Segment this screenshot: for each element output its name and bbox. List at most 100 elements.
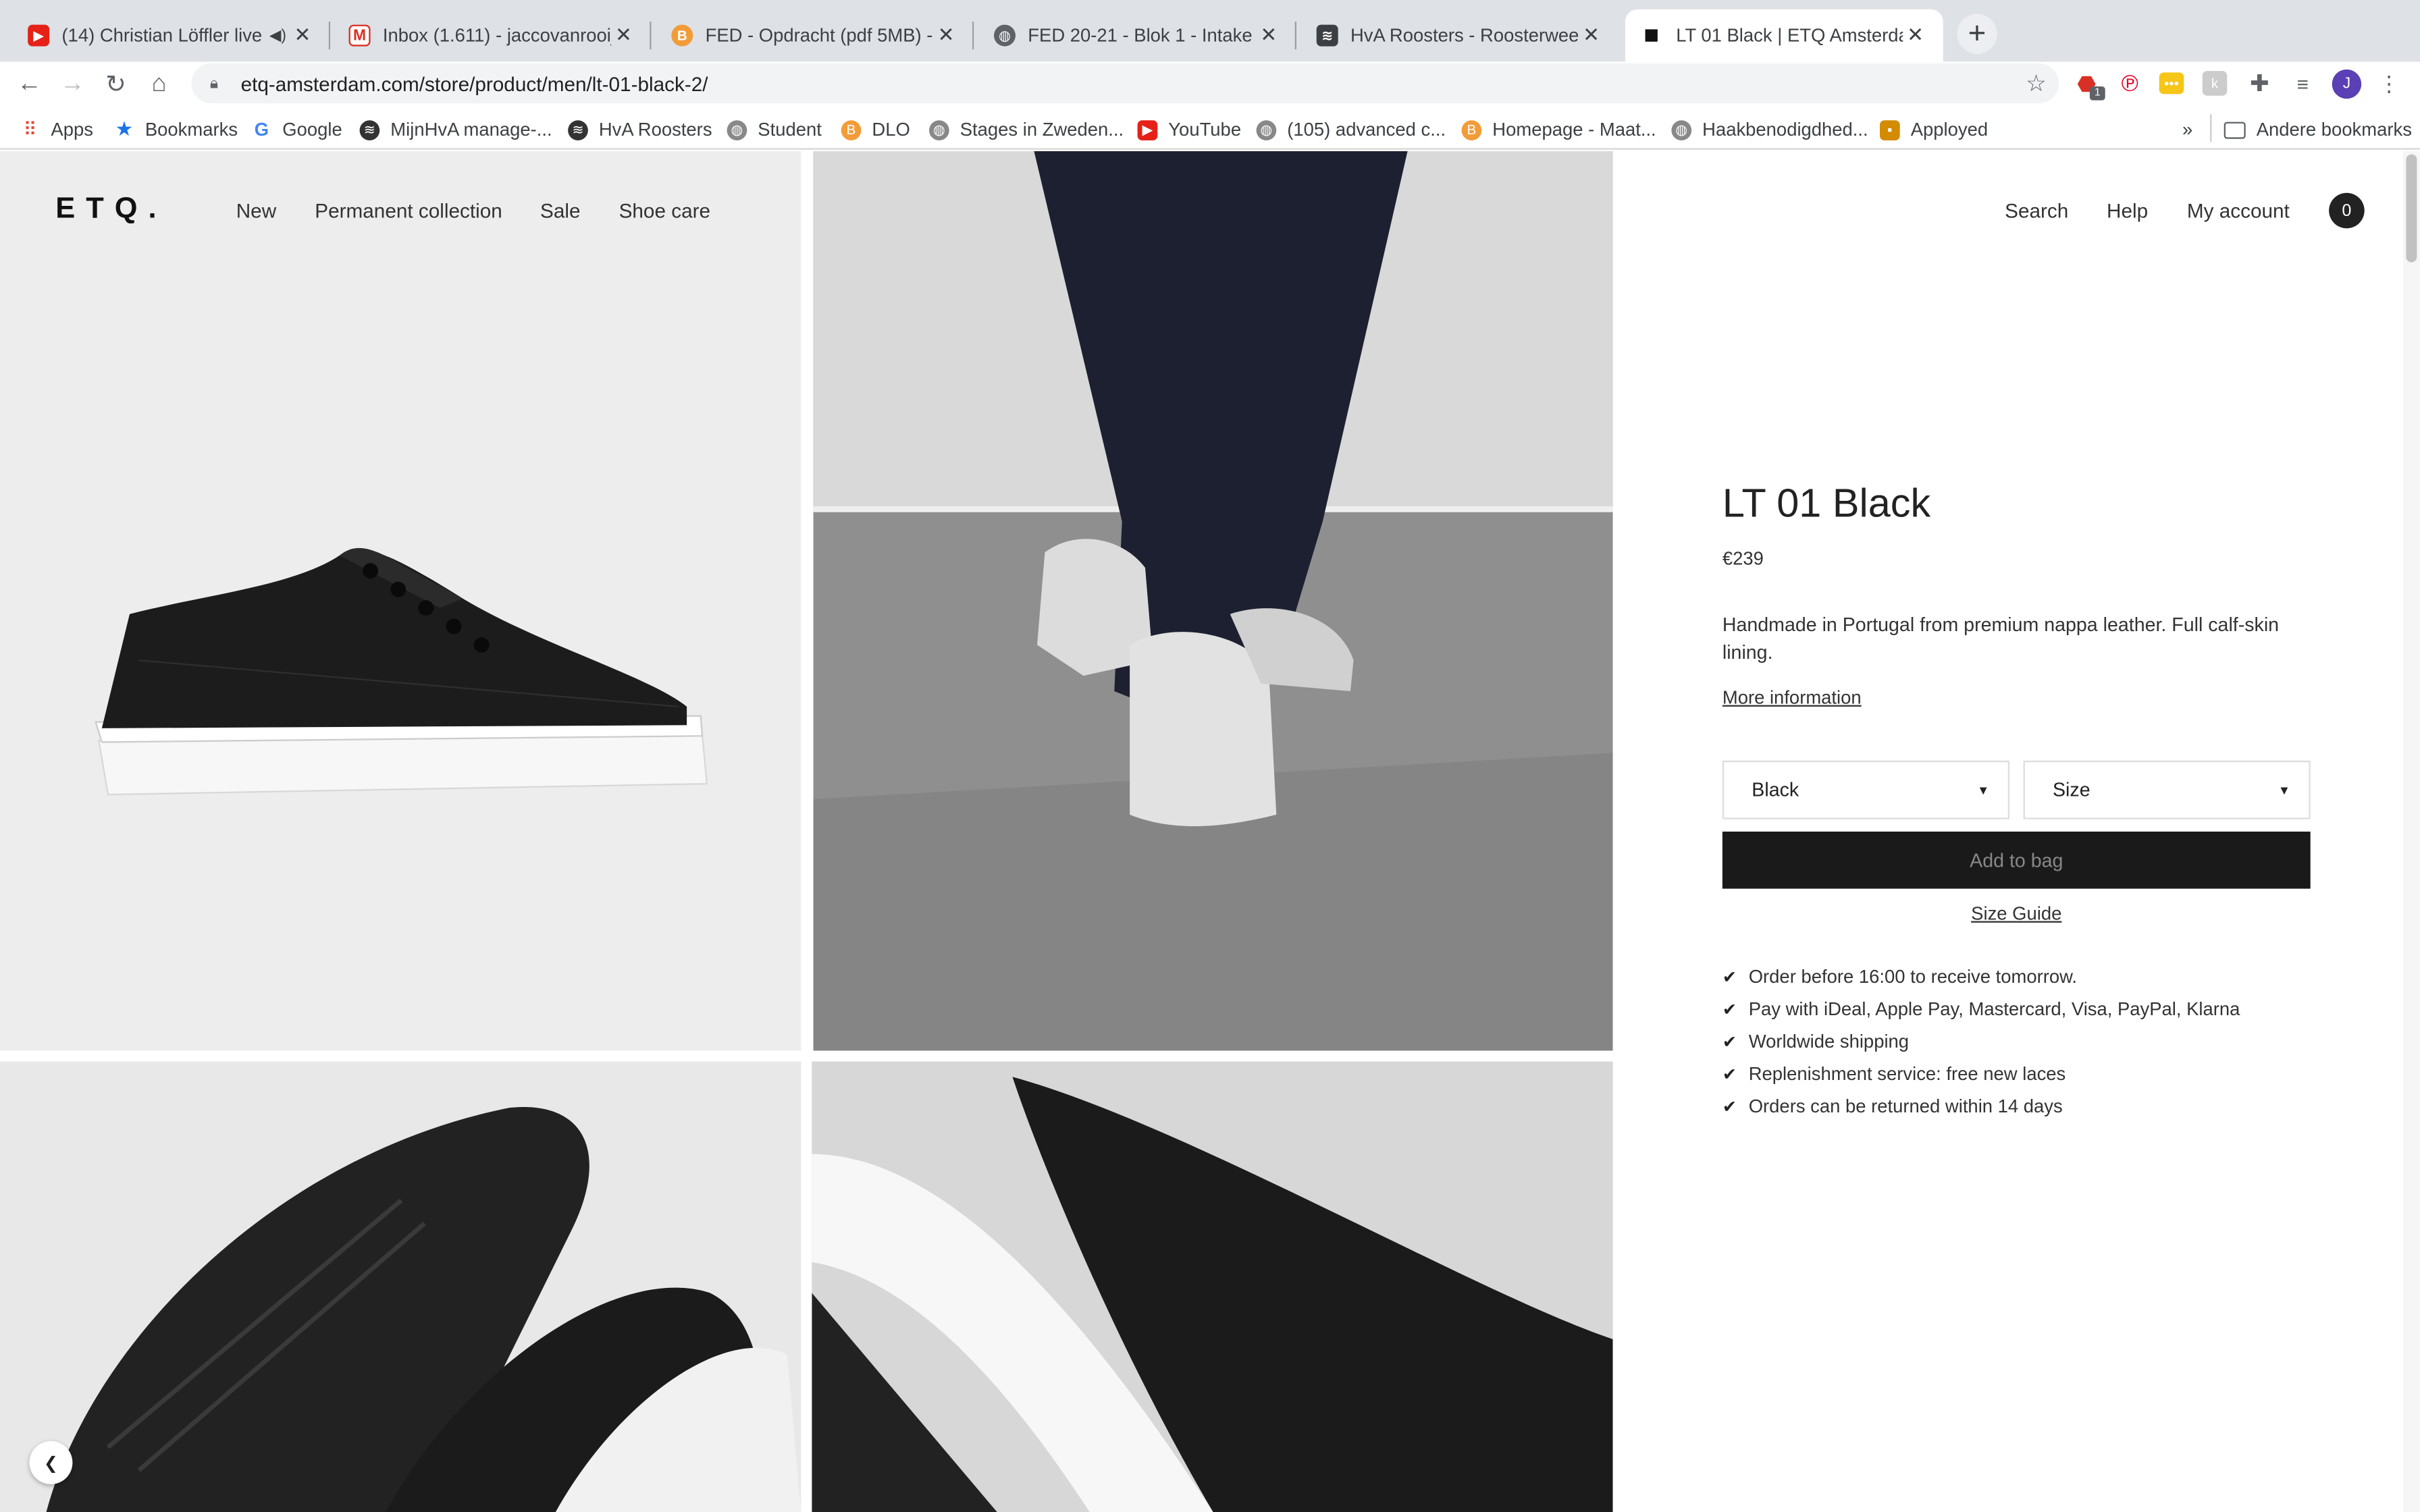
product-title: LT 01 Black (1722, 479, 1931, 526)
sole-detail-illustration (812, 1061, 1613, 1512)
usp-item: ✔ Pay with iDeal, Apple Pay, Mastercard, … (1722, 998, 2240, 1020)
forward-arrow-icon[interactable]: → (54, 66, 91, 103)
usp-text: Order before 16:00 to receive tomorrow. (1748, 965, 2078, 988)
profile-avatar[interactable]: J (2332, 69, 2362, 99)
tab-divider (972, 21, 974, 50)
apployed-icon: ▪ (1879, 119, 1900, 140)
shoe-top-illustration (46, 1107, 801, 1512)
bookmark-homepage[interactable]: B Homepage - Maat... (1461, 115, 1656, 143)
nav-link-new[interactable]: New (236, 199, 276, 222)
reading-list-icon[interactable]: ≡ (2289, 70, 2317, 97)
bookmark-star-icon[interactable]: ☆ (2026, 70, 2047, 97)
menu-dots-icon[interactable]: ⋮ (2375, 70, 2403, 97)
bookmark-bookmarks[interactable]: ★ Bookmarks (114, 115, 238, 143)
folder-icon (2224, 121, 2246, 138)
globe-icon: ◍ (928, 119, 949, 140)
bookmark-youtube[interactable]: ▶ YouTube (1137, 115, 1241, 143)
checkmark-icon: ✔ (1722, 1065, 1737, 1084)
extension-icon[interactable]: ••• (2159, 72, 2184, 94)
browser-tab[interactable]: ≋ HvA Roosters - Roosterweerga ✕ (1301, 9, 1619, 62)
search-link[interactable]: Search (2005, 199, 2068, 222)
etq-icon (1645, 29, 1658, 42)
product-image-side[interactable] (0, 151, 801, 1051)
globe-icon: ◍ (1671, 119, 1692, 140)
speaker-icon[interactable]: ◀) (265, 27, 290, 44)
usp-text: Orders can be returned within 14 days (1748, 1095, 2063, 1117)
bookmark-label: Stages in Zweden... (959, 118, 1124, 140)
close-icon[interactable]: ✕ (1257, 23, 1282, 48)
browser-tab[interactable]: ▶ (14) Christian Löffler live @ ◀) ✕ (12, 9, 331, 62)
tab-divider (328, 21, 331, 50)
tab-title: HvA Roosters - Roosterweerga (1350, 24, 1579, 47)
account-link[interactable]: My account (2187, 199, 2290, 222)
gallery-prev-button[interactable]: ❮ (29, 1440, 73, 1484)
extension-icon[interactable]: k (2202, 71, 2228, 96)
help-link[interactable]: Help (2107, 199, 2148, 222)
bookmark-mijnhva[interactable]: ≋ MijnHvA manage-... (359, 115, 552, 143)
close-icon[interactable]: ✕ (290, 23, 315, 48)
new-tab-button[interactable]: + (1957, 14, 1997, 54)
chevron-down-icon: ▼ (1977, 784, 1990, 798)
usp-item: ✔ Orders can be returned within 14 days (1722, 1096, 2063, 1117)
bookmark-label: Google (282, 118, 342, 140)
close-icon[interactable]: ✕ (934, 23, 959, 48)
color-select[interactable]: Black ▼ (1722, 760, 2009, 819)
bookmark-dlo[interactable]: B DLO (841, 115, 910, 143)
close-icon[interactable]: ✕ (611, 23, 636, 48)
bookmark-advanced[interactable]: ◍ (105) advanced c... (1256, 115, 1446, 143)
checkmark-icon: ✔ (1722, 968, 1737, 987)
browser-toolbar: ← → ↻ ⌂ 🔒︎ etq-amsterdam.com/store/produ… (0, 61, 2420, 108)
tab-title: (14) Christian Löffler live @ (61, 24, 266, 47)
shoe-side-illustration (95, 547, 708, 796)
bookmark-apployed[interactable]: ▪ Apployed (1879, 115, 1988, 143)
close-icon[interactable]: ✕ (1579, 23, 1604, 48)
add-to-bag-button[interactable]: Add to bag (1722, 831, 2311, 889)
size-select-value: Size (2052, 779, 2090, 801)
extensions-puzzle-icon[interactable]: ✚ (2246, 70, 2273, 97)
browser-tab[interactable]: B FED - Opdracht (pdf 5MB) - Fr ✕ (656, 9, 974, 62)
more-information-link[interactable]: More information (1722, 686, 1862, 708)
site-logo[interactable]: ETQ. (55, 193, 167, 227)
back-arrow-icon[interactable]: ← (11, 66, 48, 103)
size-select[interactable]: Size ▼ (2023, 760, 2311, 819)
checkmark-icon: ✔ (1722, 1098, 1737, 1116)
bookmark-label: DLO (872, 118, 910, 140)
google-icon: G (254, 118, 269, 140)
nav-link-permanent-collection[interactable]: Permanent collection (315, 199, 502, 222)
other-bookmarks[interactable]: Andere bookmarks (2224, 115, 2412, 143)
bookmark-haak[interactable]: ◍ Haakbenodigdhed... (1671, 115, 1868, 143)
nav-link-shoe-care[interactable]: Shoe care (619, 199, 710, 222)
bookmark-label: HvA Roosters (598, 118, 712, 140)
close-icon[interactable]: ✕ (1903, 23, 1928, 48)
product-image-top[interactable] (0, 1061, 801, 1512)
home-icon[interactable]: ⌂ (140, 66, 178, 103)
pinterest-icon[interactable]: ℗ (2116, 70, 2144, 97)
bookmark-label: Haakbenodigdhed... (1702, 118, 1868, 140)
checkmark-icon: ✔ (1722, 1033, 1737, 1052)
browser-tab-strip: ▶ (14) Christian Löffler live @ ◀) ✕ M I… (0, 0, 2420, 62)
browser-tab[interactable]: ◍ FED 20-21 - Blok 1 - Intake ✕ (978, 9, 1296, 62)
color-select-value: Black (1752, 779, 1799, 801)
tab-divider (1294, 21, 1296, 50)
nav-link-sale[interactable]: Sale (540, 199, 581, 222)
bookmark-hva-roosters[interactable]: ≋ HvA Roosters (568, 115, 712, 143)
product-page: ETQ. New Permanent collection Sale Shoe … (0, 151, 2420, 1512)
page-scrollbar[interactable] (2402, 151, 2420, 1512)
bookmark-student[interactable]: ◍ Student (727, 115, 822, 143)
globe-icon: ◍ (727, 119, 747, 140)
size-guide-link[interactable]: Size Guide (1722, 902, 2311, 924)
address-bar[interactable]: 🔒︎ etq-amsterdam.com/store/product/men/l… (191, 63, 2059, 104)
more-bookmarks-button[interactable]: » (2182, 115, 2192, 143)
product-image-worn[interactable] (813, 151, 1613, 1051)
bag-count-button[interactable]: 0 (2329, 192, 2365, 229)
browser-tab-active[interactable]: LT 01 Black | ETQ Amsterdam ✕ (1625, 9, 1943, 62)
usp-item: ✔ Replenishment service: free new laces (1722, 1063, 2066, 1085)
bookmark-google[interactable]: G Google (252, 115, 342, 143)
bookmark-stages[interactable]: ◍ Stages in Zweden... (928, 115, 1124, 143)
reload-icon[interactable]: ↻ (97, 66, 134, 103)
bookmark-apps[interactable]: ⠿ Apps (20, 115, 93, 143)
product-image-detail[interactable] (812, 1061, 1613, 1512)
browser-tab[interactable]: M Inbox (1.611) - jaccovanrooijen ✕ (334, 9, 652, 62)
chevron-left-icon: ❮ (43, 1454, 58, 1473)
scrollbar-thumb[interactable] (2406, 154, 2417, 263)
